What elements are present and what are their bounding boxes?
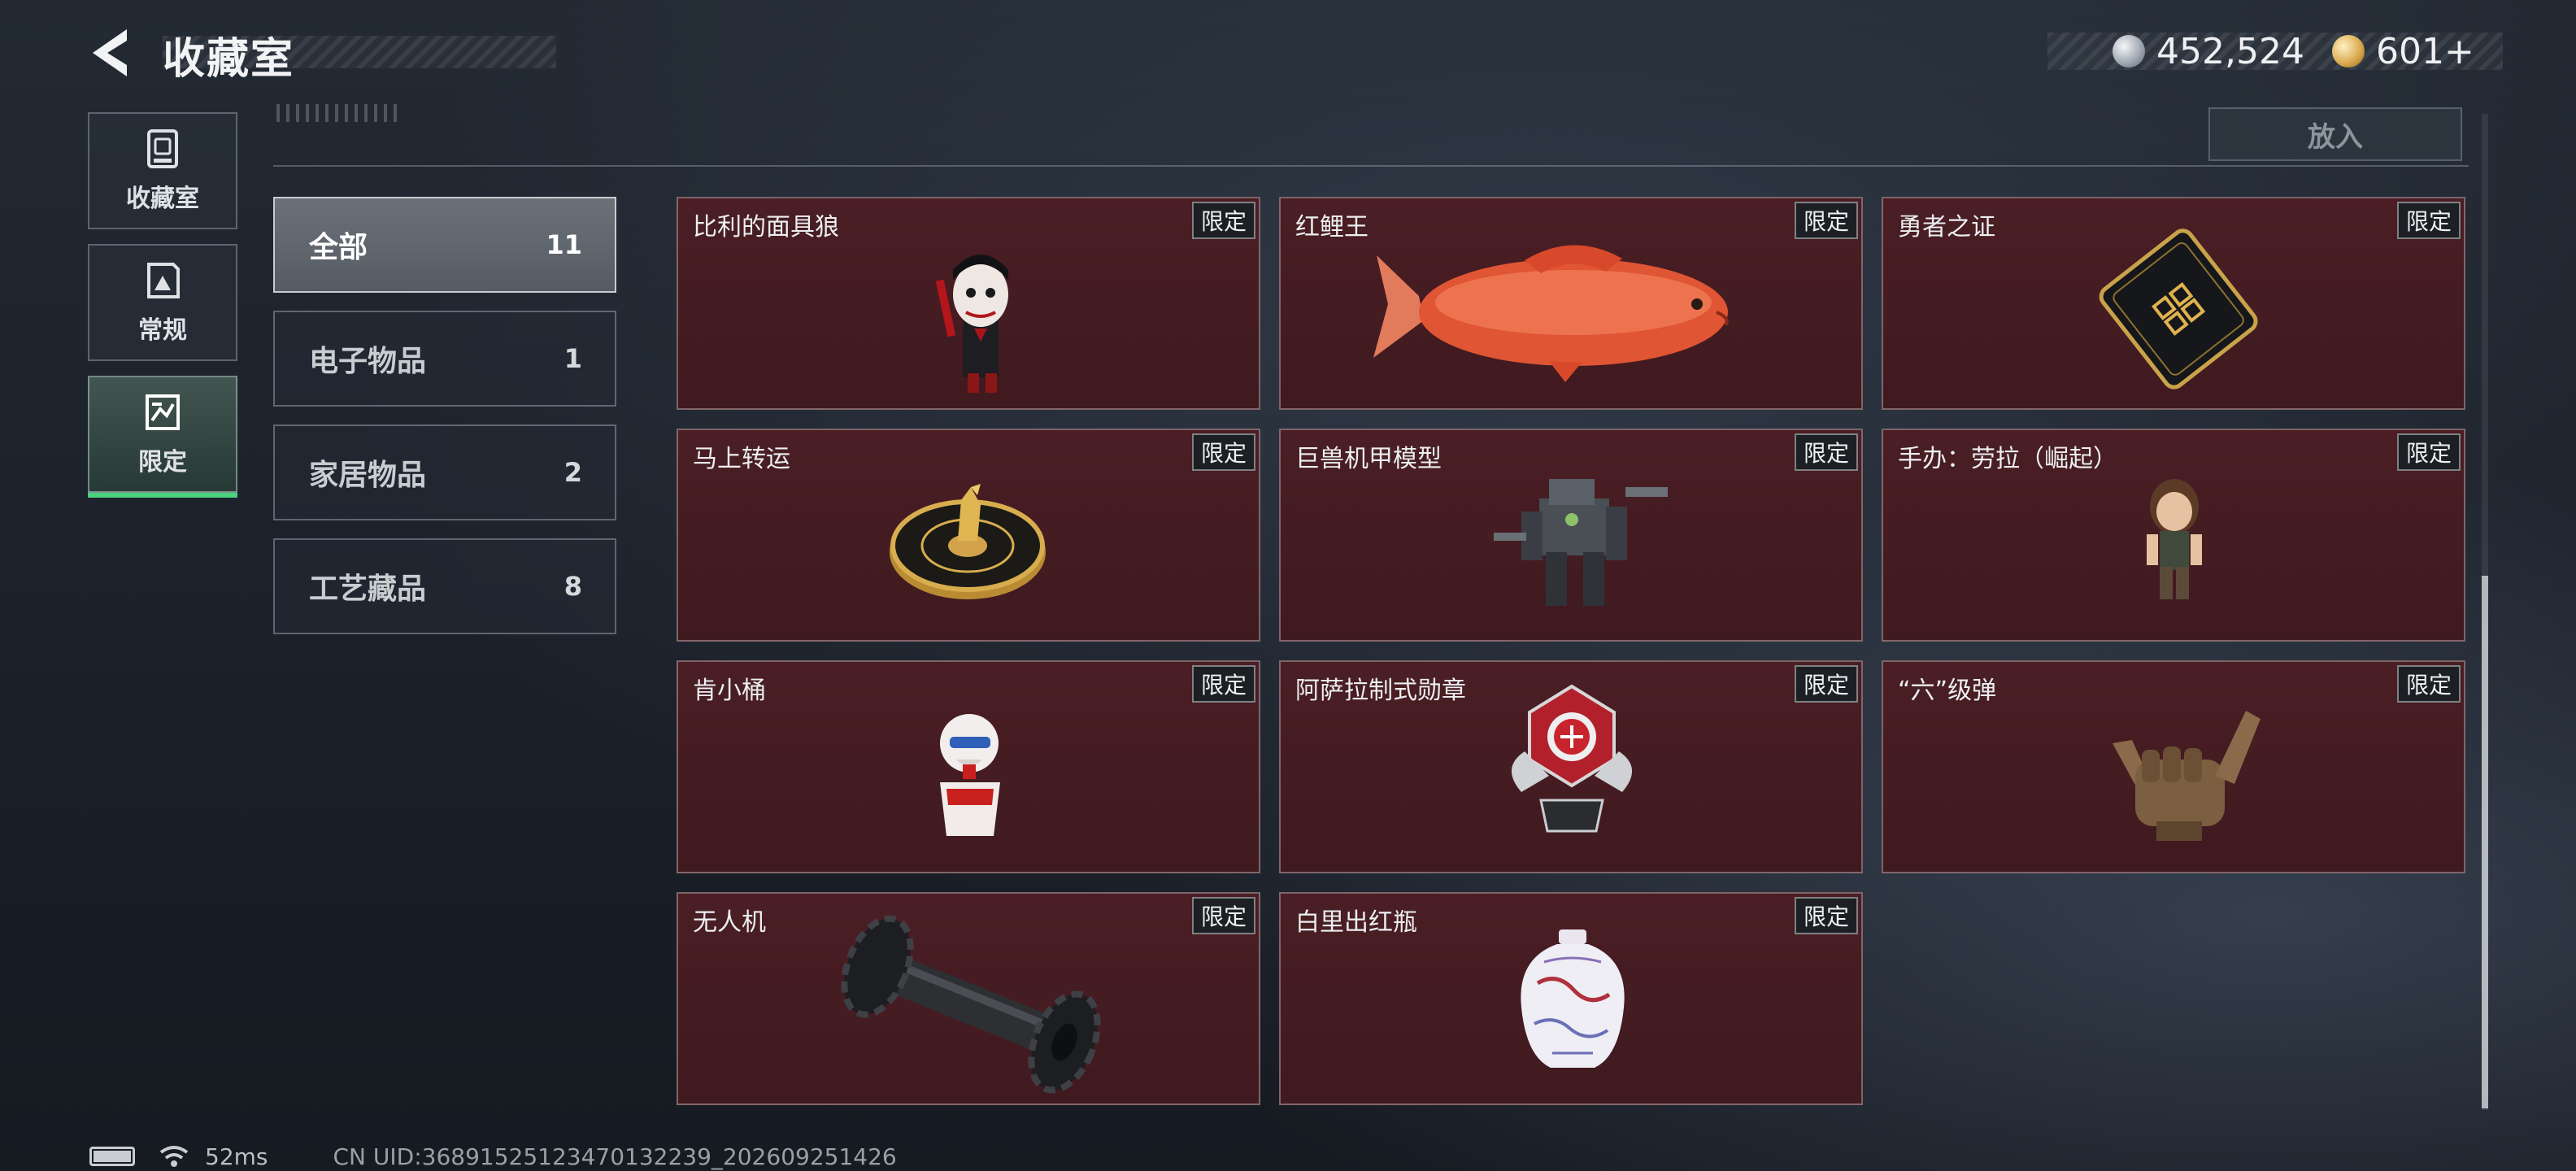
limited-badge: 限定 — [1795, 433, 1858, 471]
category-label: 家居物品 — [309, 459, 427, 492]
item-card[interactable]: 手办：劳拉（崛起） 限定 — [1882, 429, 2465, 642]
category-count: 11 — [546, 229, 582, 260]
limited-badge: 限定 — [1795, 665, 1858, 703]
item-name: 红鲤王 — [1295, 213, 1368, 242]
gold-value: 601+ — [2376, 30, 2474, 72]
ping-value: 52ms — [205, 1143, 268, 1170]
collection-icon — [147, 129, 178, 168]
limited-badge: 限定 — [1192, 665, 1255, 703]
item-name: 比利的面具狼 — [693, 213, 839, 242]
currency-gold[interactable]: 601+ — [2332, 30, 2474, 72]
item-name: 肯小桶 — [693, 677, 766, 705]
item-card[interactable]: 红鲤王 限定 — [1279, 197, 1863, 410]
header-strip-decoration — [276, 104, 398, 122]
item-card[interactable]: 肯小桶 限定 — [677, 660, 1260, 873]
item-name: 手办：劳拉（崛起） — [1898, 445, 2117, 473]
category-craft[interactable]: 工艺藏品 8 — [273, 538, 616, 634]
category-count: 2 — [564, 457, 582, 488]
limited-badge: 限定 — [1192, 897, 1255, 934]
category-count: 1 — [564, 343, 582, 374]
limited-badge: 限定 — [1795, 202, 1858, 239]
silver-value: 452,524 — [2156, 30, 2304, 72]
item-card[interactable]: 无人机 限定 — [677, 892, 1260, 1105]
limited-badge: 限定 — [1192, 202, 1255, 239]
item-name: 巨兽机甲模型 — [1295, 445, 1442, 473]
item-name: “六”级弹 — [1898, 677, 1997, 705]
item-name: 阿萨拉制式勋章 — [1295, 677, 1466, 705]
currency-bar: 452,524 601+ — [2047, 30, 2503, 72]
item-card[interactable]: 阿萨拉制式勋章 限定 — [1279, 660, 1863, 873]
content-divider — [273, 165, 2469, 167]
place-button[interactable]: 放入 — [2208, 107, 2462, 161]
item-name: 马上转运 — [693, 445, 790, 473]
rail-item-collection[interactable]: 收藏室 — [88, 112, 237, 229]
limited-badge: 限定 — [1795, 897, 1858, 934]
rail-label: 限定 — [138, 448, 187, 477]
item-name: 无人机 — [693, 908, 766, 937]
page-title: 收藏室 — [163, 35, 295, 84]
top-bar: 收藏室 452,524 601+ — [0, 0, 2576, 106]
item-name: 白里出红瓶 — [1295, 908, 1417, 937]
limited-badge: 限定 — [1192, 433, 1255, 471]
limited-badge: 限定 — [2397, 202, 2461, 239]
category-count: 8 — [564, 571, 582, 602]
category-label: 工艺藏品 — [309, 572, 427, 606]
category-home[interactable]: 家居物品 2 — [273, 424, 616, 520]
limited-badge: 限定 — [2397, 433, 2461, 471]
rail-label: 常规 — [138, 316, 187, 345]
item-card[interactable]: 勇者之证 限定 — [1882, 197, 2465, 410]
category-electronics[interactable]: 电子物品 1 — [273, 311, 616, 407]
gold-coin-icon — [2332, 35, 2365, 67]
scrollbar-thumb[interactable] — [2482, 576, 2488, 1108]
rail-label: 收藏室 — [126, 185, 199, 213]
limited-icon — [146, 394, 180, 430]
item-card[interactable]: 马上转运 限定 — [677, 429, 1260, 642]
item-name: 勇者之证 — [1898, 213, 1995, 242]
rail-item-limited[interactable]: 限定 — [88, 376, 237, 498]
game-screen: 收藏室 452,524 601+ 收藏室 常规 限定 放入 全部 11 电子物品… — [0, 0, 2576, 1171]
limited-badge: 限定 — [2397, 665, 2461, 703]
item-card[interactable]: 白里出红瓶 限定 — [1279, 892, 1863, 1105]
battery-icon — [89, 1147, 135, 1166]
wifi-icon — [159, 1146, 189, 1167]
currency-silver[interactable]: 452,524 — [2113, 30, 2304, 72]
user-uid: CN UID:36891525123470132239_202609251426 — [333, 1143, 897, 1170]
status-bar: 52ms CN UID:36891525123470132239_2026092… — [89, 1142, 897, 1171]
rail-item-regular[interactable]: 常规 — [88, 244, 237, 361]
category-all[interactable]: 全部 11 — [273, 197, 616, 293]
category-label: 电子物品 — [309, 345, 427, 378]
back-arrow-icon[interactable] — [86, 24, 140, 81]
silver-coin-icon — [2113, 35, 2145, 67]
category-label: 全部 — [309, 231, 368, 264]
regular-icon — [147, 263, 180, 298]
item-card[interactable]: “六”级弹 限定 — [1882, 660, 2465, 873]
item-card[interactable]: 比利的面具狼 限定 — [677, 197, 1260, 410]
item-card[interactable]: 巨兽机甲模型 限定 — [1279, 429, 1863, 642]
